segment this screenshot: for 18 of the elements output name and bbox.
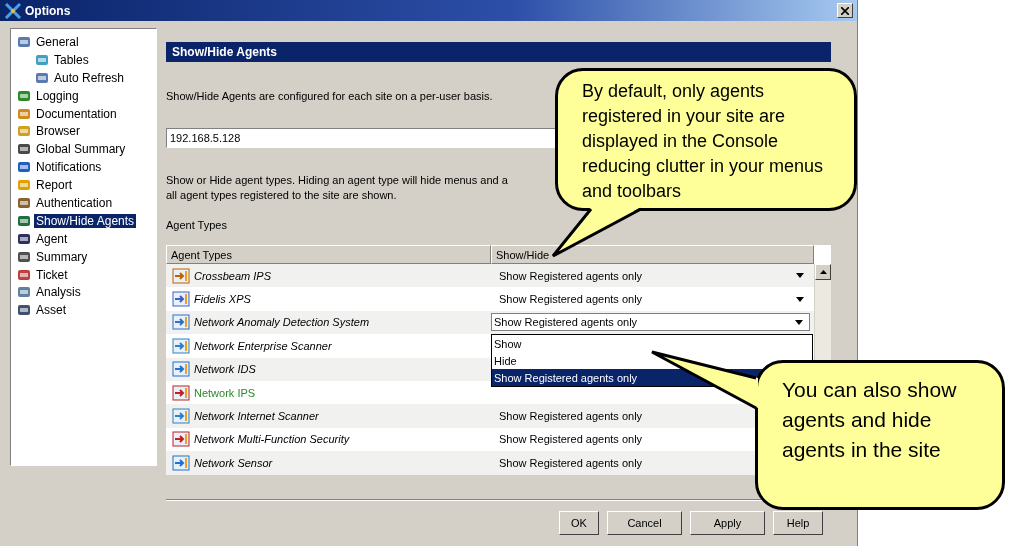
- agent-name: Network Internet Scanner: [194, 410, 319, 423]
- agent-name: Network IPS: [194, 386, 256, 399]
- agent-name: Network Sensor: [194, 456, 273, 469]
- panel-title: Show/Hide Agents: [166, 42, 831, 62]
- group-title: Agent Types: [166, 219, 227, 231]
- agent-name: Network IDS: [194, 363, 256, 376]
- table-cell-text: Show Registered agents only: [498, 433, 643, 446]
- agent-name: Network Multi-Function Security: [194, 433, 350, 446]
- agent-name: Crossbeam IPS: [194, 269, 272, 282]
- agent-name: Fidelis XPS: [194, 293, 251, 306]
- intro-text: Show/Hide Agents are configured for each site on a per-user basis.: [166, 90, 493, 102]
- window-title: Options: [25, 3, 72, 18]
- table-cell-text: Show Registered agents only: [498, 456, 643, 469]
- agent-name: Network Enterprise Scanner: [194, 339, 332, 352]
- callout-tooltip: You can also show agents and hide agents in the site: [755, 360, 1005, 510]
- agent-name: Network Anomaly Detection System: [194, 316, 370, 329]
- description-text: Show or Hide agent types. Hiding an agent type will hide menus and a all agent types registered to the site are shown.: [166, 173, 508, 203]
- table-cell-text: Show Registered agents only: [498, 410, 643, 423]
